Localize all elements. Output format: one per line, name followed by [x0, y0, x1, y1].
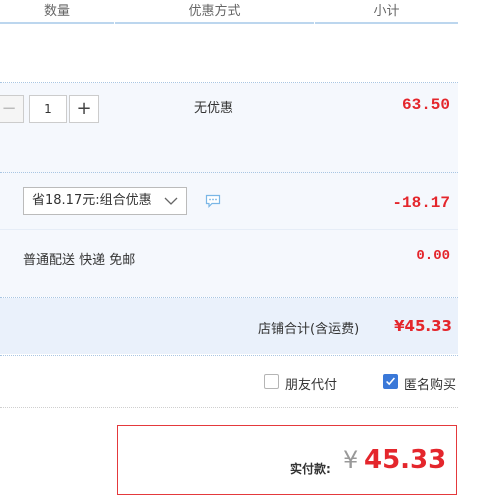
minus-icon: −: [1, 98, 17, 119]
quantity-decrease-button[interactable]: −: [0, 95, 24, 123]
discount-amount: -18.17: [392, 194, 450, 212]
quantity-input[interactable]: 1: [29, 95, 67, 123]
shop-total-amount: ¥45.33: [394, 317, 452, 335]
row-divider: [0, 229, 458, 230]
quantity-value: 1: [44, 102, 52, 116]
column-header-subtotal: 小计: [315, 0, 458, 24]
section-divider: [0, 407, 458, 408]
column-header-quantity-label: 数量: [43, 4, 70, 19]
plus-icon: +: [76, 98, 92, 119]
column-header-discount-label: 优惠方式: [188, 4, 241, 19]
column-header-subtotal-label: 小计: [373, 4, 400, 19]
column-header-discount: 优惠方式: [115, 0, 314, 24]
anonymous-label[interactable]: 匿名购买: [404, 374, 456, 393]
payment-label: 实付款:: [290, 462, 331, 476]
discount-select-value: 省18.17元:组合优惠: [32, 193, 152, 208]
row-divider: [0, 355, 458, 356]
shop-total-label: 店铺合计(含运费): [258, 322, 360, 337]
chat-bubble-icon[interactable]: [205, 194, 221, 208]
payment-amount: 45.33: [364, 445, 447, 475]
shipping-amount: 0.00: [416, 248, 450, 264]
item-discount-text: 无优惠: [194, 101, 234, 116]
chevron-down-icon: [164, 197, 178, 205]
shipping-text: 普通配送 快递 免邮: [23, 253, 136, 268]
quantity-increase-button[interactable]: +: [69, 95, 99, 123]
item-subtotal: 63.50: [401, 96, 450, 114]
payment-currency: ¥: [343, 446, 359, 474]
discount-select[interactable]: 省18.17元:组合优惠: [23, 187, 187, 215]
friend-pay-label[interactable]: 朋友代付: [285, 374, 337, 393]
friend-pay-checkbox[interactable]: [264, 374, 279, 389]
anonymous-checkbox[interactable]: [383, 374, 398, 389]
column-header-quantity: 数量: [0, 0, 114, 24]
checkmark-icon: [386, 377, 395, 386]
